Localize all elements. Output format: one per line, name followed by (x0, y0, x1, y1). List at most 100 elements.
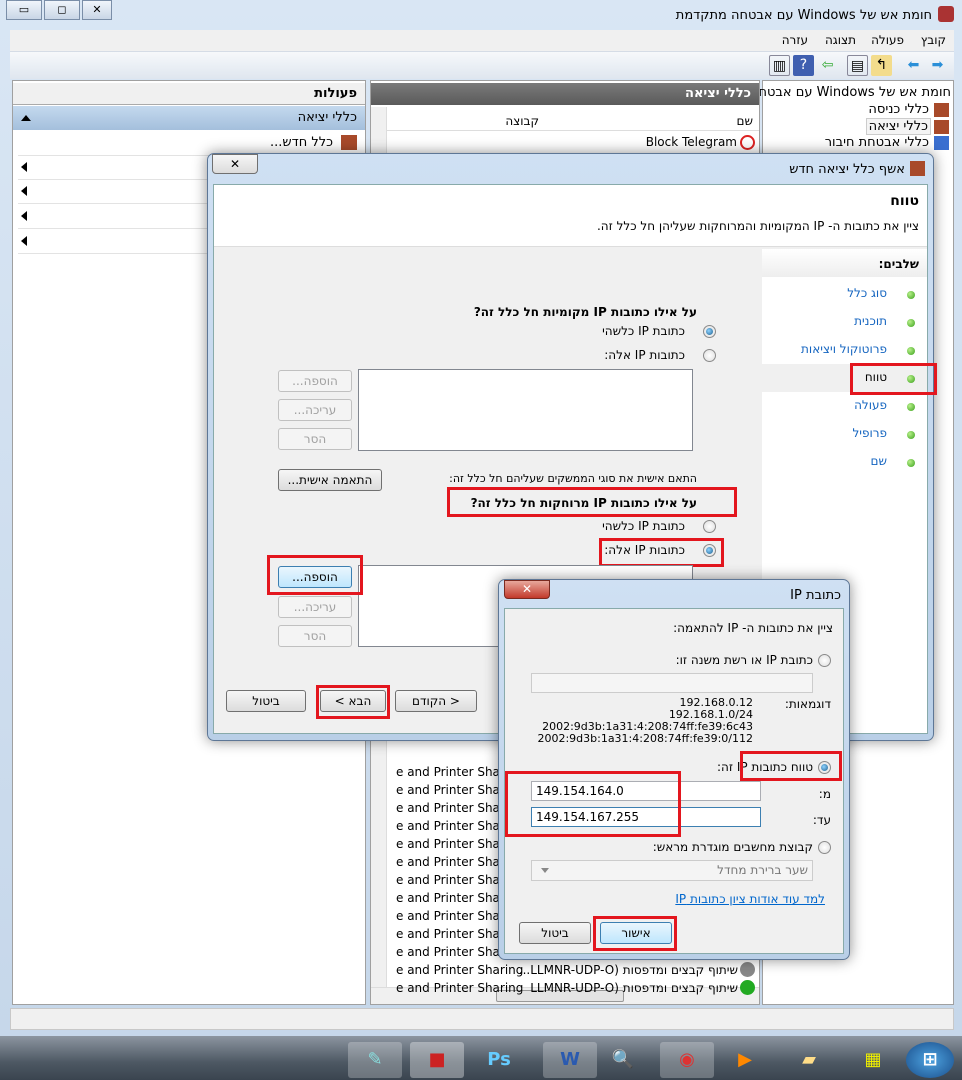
from-label: מ: (818, 787, 831, 801)
wizard-title: אשף כלל יציאה חדש (789, 162, 905, 177)
example-ip: 2002:9d3b:1a31:4:208:74ff:fe39:0/112 (537, 732, 753, 745)
local-edit-button[interactable]: עריכה... (278, 399, 352, 421)
predefined-label[interactable]: קבוצת מחשבים מוגדרת מראש: (653, 840, 813, 854)
menu-bar: קובץ פעולה תצוגה עזרה (10, 30, 954, 52)
submenu-arrow-icon[interactable] (21, 162, 27, 172)
maximize-button[interactable]: ◻ (44, 0, 80, 20)
menu-action[interactable]: פעולה (871, 33, 904, 47)
local-ip-list[interactable] (358, 369, 693, 451)
export-icon[interactable]: ⇦ (817, 55, 838, 76)
outbound-rules-icon (934, 120, 949, 134)
media-player-icon[interactable]: ▶ (718, 1042, 772, 1078)
rule-row[interactable]: שיתוף קבצים ומדפסות (LLMNR-UDP-O (530, 981, 738, 995)
highlight-box (267, 555, 363, 595)
predefined-select[interactable]: שער ברירת מחדל (531, 860, 813, 881)
cancel-button[interactable]: ביטול (226, 690, 306, 712)
photoshop-icon[interactable]: Ps (472, 1042, 526, 1078)
tree-inbound[interactable]: כללי כניסה (868, 102, 929, 117)
page-description: ציין את כתובות ה- IP המקומיות והמרוחקות … (596, 219, 919, 233)
menu-file[interactable]: קובץ (921, 33, 946, 47)
minimize-button[interactable]: ▭ (6, 0, 42, 20)
submenu-arrow-icon[interactable] (21, 211, 27, 221)
local-any-ip-label[interactable]: כתובת IP כלשהי (602, 324, 685, 338)
examples-list: 192.168.0.12 192.168.1.0/24 2002:9d3b:1a… (537, 697, 753, 745)
ip-prompt: ציין את כתובות ה- IP להתאמה: (673, 621, 833, 635)
remote-edit-button[interactable]: עריכה... (278, 596, 352, 618)
tree-root[interactable]: חומת אש של Windows עם אבטחה (750, 85, 951, 100)
word-icon[interactable]: W (543, 1042, 597, 1078)
step-protocol-ports[interactable]: פרוטוקול ויציאות (801, 342, 887, 356)
ip-cancel-button[interactable]: ביטול (519, 922, 591, 944)
col-group[interactable]: קבוצה (505, 114, 539, 128)
step-program[interactable]: תוכנית (854, 314, 887, 328)
wizard-close-button[interactable]: ✕ (212, 154, 258, 174)
local-add-button[interactable]: הוספה... (278, 370, 352, 392)
rule-row[interactable]: שיתוף קבצים ומדפסות (LLMNR-UDP-O... (519, 963, 738, 977)
menu-view[interactable]: תצוגה (825, 33, 856, 47)
local-these-ip-radio[interactable] (703, 349, 716, 362)
ip-address-dialog: ✕ כתובת IP ציין את כתובות ה- IP להתאמה: … (498, 579, 850, 960)
notepad-icon[interactable]: ✎ (348, 1042, 402, 1078)
title-bar: ▭ ◻ ✕ חומת אש של Windows עם אבטחה מתקדמת (0, 0, 962, 30)
col-name[interactable]: שם (737, 114, 753, 128)
firewall-icon (938, 6, 954, 22)
local-any-ip-radio[interactable] (703, 325, 716, 338)
menu-help[interactable]: עזרה (782, 33, 808, 47)
film-app-icon[interactable]: ▦ (846, 1042, 900, 1078)
rule-row[interactable]: e and Printer Sharing (396, 981, 523, 995)
step-name[interactable]: שם (871, 454, 887, 468)
single-ip-input[interactable] (531, 673, 813, 693)
explorer-icon[interactable]: ▰ (782, 1042, 836, 1078)
new-rule-action[interactable]: כלל חדש... (270, 135, 333, 150)
local-these-ip-label[interactable]: כתובות IP אלה: (604, 348, 685, 362)
show-actions-icon[interactable]: ▥ (769, 55, 790, 76)
remote-any-ip-radio[interactable] (703, 520, 716, 533)
predefined-radio[interactable] (818, 841, 831, 854)
rule-row[interactable]: e and Printer Sharing (396, 963, 523, 977)
submenu-arrow-icon[interactable] (21, 186, 27, 196)
highlight-box (505, 771, 681, 837)
search-file-icon[interactable]: 🔍 (596, 1042, 650, 1078)
step-rule-type[interactable]: סוג כלל (847, 286, 887, 300)
highlight-box (316, 685, 390, 719)
up-folder-icon[interactable]: ↰ (871, 55, 892, 76)
highlight-box (599, 538, 724, 567)
start-button[interactable]: ⊞ (906, 1042, 954, 1078)
collapse-icon[interactable] (21, 115, 31, 121)
learn-more-link[interactable]: למד עוד אודות ציון כתובות IP (675, 892, 825, 906)
customize-button[interactable]: התאמה אישית... (278, 469, 382, 491)
show-tree-icon[interactable]: ▤ (847, 55, 868, 76)
submenu-arrow-icon[interactable] (21, 236, 27, 246)
window-title: חומת אש של Windows עם אבטחה מתקדמת (675, 8, 932, 23)
single-ip-radio[interactable] (818, 654, 831, 667)
forward-icon[interactable]: ➡ (927, 55, 948, 76)
back-icon[interactable]: ⬅ (903, 55, 924, 76)
tree-outbound[interactable]: כללי יציאה (865, 118, 931, 135)
step-action[interactable]: פעולה (854, 398, 887, 412)
back-button[interactable]: < הקודם (395, 690, 477, 712)
single-ip-label[interactable]: כתובת IP או רשת משנה זו: (676, 653, 813, 667)
customize-text: התאם אישית את סוגי הממשקים שעליהם חל כלל… (449, 472, 697, 485)
actions-section-outbound[interactable]: כללי יציאה (13, 106, 365, 130)
toolbar: ➡ ⬅ ↰ ▤ ⇦ ? ▥ (10, 52, 954, 79)
to-label: עד: (812, 813, 831, 827)
enabled-rule-icon (740, 980, 755, 995)
ip-dialog-close-button[interactable]: ✕ (504, 580, 550, 599)
ip-dialog-body: ציין את כתובות ה- IP להתאמה: כתובת IP או… (504, 608, 844, 954)
steps-header: שלבים: (878, 257, 919, 271)
firewall-icon (910, 161, 925, 176)
close-button[interactable]: ✕ (82, 0, 112, 20)
remote-remove-button[interactable]: הסר (278, 625, 352, 647)
inbound-rules-icon (934, 103, 949, 117)
chrome-icon[interactable]: ◉ (660, 1042, 714, 1078)
remote-any-ip-label[interactable]: כתובת IP כלשהי (602, 519, 685, 533)
connection-security-icon (934, 136, 949, 150)
toolbox-icon[interactable]: ■ (410, 1042, 464, 1078)
rule-name[interactable]: Block Telegram (646, 135, 737, 149)
highlight-box (850, 363, 937, 395)
help-icon[interactable]: ? (793, 55, 814, 76)
tree-connection-security[interactable]: כללי אבטחת חיבור (825, 135, 929, 150)
rules-header: כללי יציאה (371, 83, 759, 105)
step-profile[interactable]: פרופיל (852, 426, 887, 440)
local-remove-button[interactable]: הסר (278, 428, 352, 450)
